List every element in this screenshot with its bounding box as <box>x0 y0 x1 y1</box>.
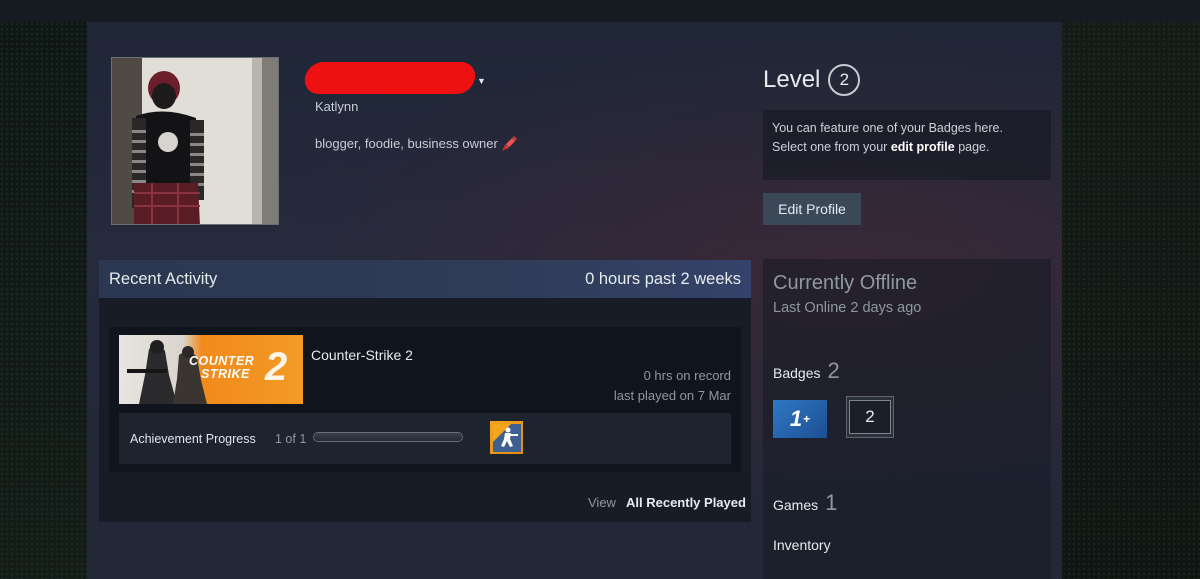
online-status: Currently Offline <box>773 272 918 294</box>
badge-1-text: 1 <box>789 406 803 431</box>
recent-activity-hours: 0 hours past 2 weeks <box>585 270 741 288</box>
badge-hint-line1: You can feature one of your Badges here. <box>772 121 1003 135</box>
background-left <box>0 22 87 579</box>
capsule-line2: STRIKE <box>201 367 250 381</box>
badges-count: 2 <box>827 358 840 383</box>
games-link[interactable]: Games 1 <box>773 490 837 516</box>
level-label: Level <box>763 66 821 93</box>
edit-profile-link[interactable]: edit profile <box>891 140 955 154</box>
games-label: Games <box>773 497 819 513</box>
games-count: 1 <box>825 490 838 515</box>
background-right <box>1062 22 1200 579</box>
achievement-progress-fill <box>314 433 462 441</box>
last-online: Last Online 2 days ago <box>773 300 922 316</box>
profile-level: Level 2 <box>763 64 861 96</box>
inventory-link[interactable]: Inventory <box>773 537 831 553</box>
achievement-count: 1 of 1 <box>275 432 307 446</box>
badge-2-text: 2 <box>849 400 891 434</box>
view-label: View <box>588 495 616 510</box>
badges-link[interactable]: Badges 2 <box>773 358 840 384</box>
badge-hint-prefix: Select one from your <box>772 140 891 154</box>
badge-years-of-service[interactable]: 1 + <box>773 400 827 438</box>
caret-down-icon[interactable]: ▼ <box>477 76 486 86</box>
all-recently-played-link[interactable]: All Recently Played <box>626 495 746 510</box>
level-badge[interactable]: 2 <box>828 64 861 96</box>
badges-label: Badges <box>773 365 821 381</box>
real-name: Katlynn <box>315 99 359 114</box>
last-played: last played on 7 Mar <box>613 388 731 403</box>
game-capsule-image[interactable]: COUNTER STRIKE 2 <box>119 335 303 404</box>
counter-strike-achievement-icon[interactable] <box>490 421 523 454</box>
redacted-username <box>302 62 478 94</box>
profile-avatar[interactable] <box>111 57 279 225</box>
inventory-label: Inventory <box>773 537 831 553</box>
featured-badge-hint: You can feature one of your Badges here.… <box>763 110 1051 180</box>
capsule-number: 2 <box>265 345 288 389</box>
badge-1-sup: + <box>803 412 811 426</box>
badge-hint-line2: Select one from your edit profile page. <box>772 138 1042 157</box>
badge-hint-suffix: page. <box>954 140 990 154</box>
avatar-photo <box>112 58 278 224</box>
capsule-title: COUNTER STRIKE <box>189 355 254 381</box>
game-title-link[interactable]: Counter-Strike 2 <box>311 347 413 363</box>
achievement-progress-bar <box>313 432 463 442</box>
achievement-progress-label[interactable]: Achievement Progress <box>130 432 256 446</box>
recent-activity-title: Recent Activity <box>109 270 218 288</box>
hours-on-record: 0 hrs on record <box>643 368 731 383</box>
edit-profile-button[interactable]: Edit Profile <box>763 193 861 225</box>
profile-summary: blogger, foodie, business owner 🖍️ <box>315 136 518 151</box>
achievement-glyph <box>492 423 521 452</box>
top-bar <box>0 0 1200 22</box>
badge-level[interactable]: 2 <box>846 396 894 438</box>
